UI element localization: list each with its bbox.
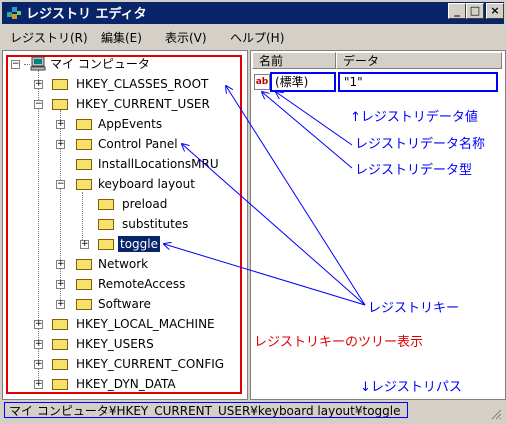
annotation-key-tree: レジストリキーのツリー表示	[254, 335, 424, 350]
annotation-registry-path: ↓レジストリパス	[360, 380, 462, 395]
annotation-data-name: レジストリデータ名称	[355, 137, 486, 152]
annotation-arrows	[0, 0, 366, 306]
status-path: マイ コンピュータ¥HKEY_CURRENT_USER¥keyboard lay…	[4, 402, 408, 418]
resize-grip-icon[interactable]	[490, 408, 502, 420]
annotation-data-value: ↑レジストリデータ値	[350, 110, 478, 125]
annotation-data-type: レジストリデータ型	[355, 163, 473, 178]
annotation-registry-key: レジストリキー	[368, 301, 460, 316]
